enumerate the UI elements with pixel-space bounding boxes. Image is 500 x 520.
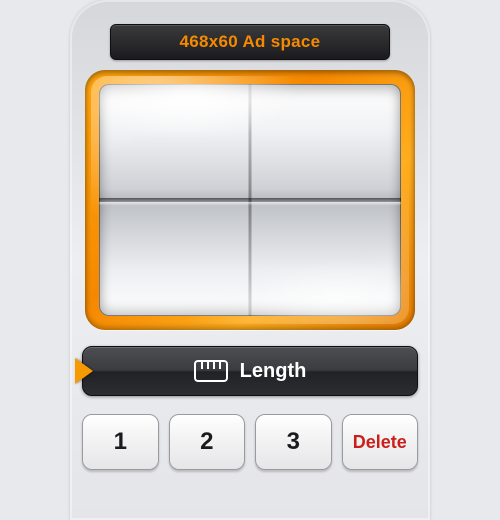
key-2[interactable]: 2 (169, 414, 246, 470)
key-3[interactable]: 3 (255, 414, 332, 470)
keypad-row: 1 2 3 Delete (82, 414, 418, 470)
display-panel (85, 70, 415, 330)
delete-button[interactable]: Delete (342, 414, 419, 470)
device-frame: 468x60 Ad space Length 1 2 3 Delete (70, 0, 430, 520)
mode-content: Length (194, 360, 307, 383)
mode-arrow-icon (75, 358, 93, 384)
key-1[interactable]: 1 (82, 414, 159, 470)
mode-label: Length (240, 360, 307, 383)
ruler-icon (194, 360, 228, 382)
display-gloss (99, 84, 401, 316)
ad-banner[interactable]: 468x60 Ad space (110, 24, 390, 60)
ad-banner-label: 468x60 Ad space (180, 32, 321, 52)
mode-selector[interactable]: Length (82, 346, 418, 396)
picker-display[interactable] (99, 84, 401, 316)
